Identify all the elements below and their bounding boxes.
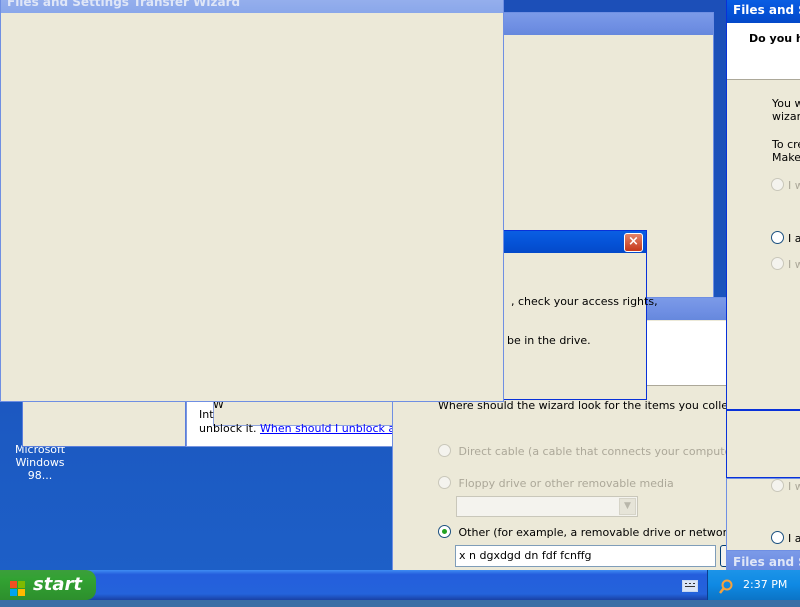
background-window-small: [22, 395, 186, 447]
main-wizard-window: Files and Settings Transfer Wizard: [0, 0, 504, 402]
right-wizard-header: Do you h: [727, 23, 800, 80]
radio-floppy-button[interactable]: [438, 476, 451, 489]
right-wizard-radio-2[interactable]: I a: [771, 231, 800, 245]
right-wizard-titlebar[interactable]: Files and S: [727, 0, 800, 23]
radio-other[interactable]: Other (for example, a removable drive or…: [438, 525, 769, 539]
right-wizard-radio-1[interactable]: I w: [771, 178, 800, 192]
error-dialog: × , check your access rights, be in the …: [500, 230, 658, 400]
right-wizard-radio-3-button[interactable]: [771, 257, 784, 270]
radio-floppy-label: Floppy drive or other removable media: [458, 477, 674, 490]
close-icon[interactable]: ×: [624, 233, 643, 252]
right-wizard-window: Files and S Do you h You w wizard To cre…: [726, 0, 800, 410]
right-wizard-question: Do you h: [749, 32, 800, 45]
radio-direct-cable-button[interactable]: [438, 444, 451, 457]
right-wizard-radio-1-button[interactable]: [771, 178, 784, 191]
start-label: start: [33, 574, 82, 595]
right-lower-radio-1[interactable]: I w: [771, 479, 800, 493]
keyboard-icon[interactable]: [682, 580, 698, 592]
right-lower-window: [726, 410, 800, 478]
bottom-right-titlebar[interactable]: Files and S: [727, 551, 800, 570]
error-message-line2: be in the drive.: [507, 334, 591, 347]
right-wizard-text2-line1: To cre: [772, 138, 800, 151]
right-lower-radio-1-button[interactable]: [771, 479, 784, 492]
floppy-drive-select[interactable]: ▼: [456, 496, 638, 517]
error-dialog-titlebar[interactable]: ×: [501, 231, 646, 253]
search-icon[interactable]: [718, 577, 734, 594]
bottom-right-title: Files and S: [733, 555, 800, 569]
chevron-down-icon[interactable]: ▼: [619, 498, 636, 515]
help-unblock-text: unblock it.: [199, 422, 257, 435]
main-wizard-title: Files and Settings Transfer Wizard: [7, 0, 241, 9]
error-message-line1: , check your access rights,: [511, 295, 658, 308]
desktop-icon-windows98[interactable]: Microsoft Windows 98...: [2, 443, 78, 482]
radio-floppy[interactable]: Floppy drive or other removable media: [438, 476, 674, 490]
other-path-value: x n dgxdgd dn fdf fcnffg: [459, 549, 592, 562]
bottom-right-window: Files and S: [726, 550, 800, 570]
taskbar: start 2:37 PM: [0, 570, 800, 600]
right-wizard-text2-line2: Make: [772, 151, 800, 164]
right-wizard-radio-3[interactable]: I w: [771, 257, 800, 271]
right-lower-radio-2-label: I a: [788, 532, 800, 545]
right-wizard-radio-3-label: I w: [788, 258, 800, 271]
right-wizard-text1-line1: You w: [772, 97, 800, 110]
background-help-window: W Int unblock it. When should I unblock …: [186, 395, 446, 447]
background-wizard-titlebar[interactable]: [491, 13, 713, 35]
radio-other-button[interactable]: [438, 525, 451, 538]
right-wizard-title: Files and S: [733, 3, 800, 17]
main-wizard-titlebar[interactable]: Files and Settings Transfer Wizard: [1, 0, 503, 13]
right-wizard-radio-2-label: I a: [788, 232, 800, 245]
right-lower-radio-1-label: I w: [788, 480, 800, 493]
desktop-icon-label-line2: Windows 98...: [15, 456, 65, 482]
right-wizard-radio-1-label: I w: [788, 179, 800, 192]
other-path-input[interactable]: x n dgxdgd dn fdf fcnffg: [455, 545, 716, 567]
radio-other-label: Other (for example, a removable drive or…: [458, 526, 770, 539]
right-wizard-text1-line2: wizard: [772, 110, 800, 123]
start-button[interactable]: start: [0, 570, 96, 600]
windows-logo-icon: [10, 577, 26, 596]
clock[interactable]: 2:37 PM: [743, 570, 787, 600]
desktop: Microsoft Windows 98... W Int unblock it…: [0, 0, 800, 570]
right-lower-radio-2[interactable]: I a: [771, 531, 800, 545]
right-lower-radio-2-button[interactable]: [771, 531, 784, 544]
help-text-fragment2: Int: [199, 408, 214, 421]
right-wizard-radio-2-button[interactable]: [771, 231, 784, 244]
system-tray: 2:37 PM: [707, 570, 800, 600]
